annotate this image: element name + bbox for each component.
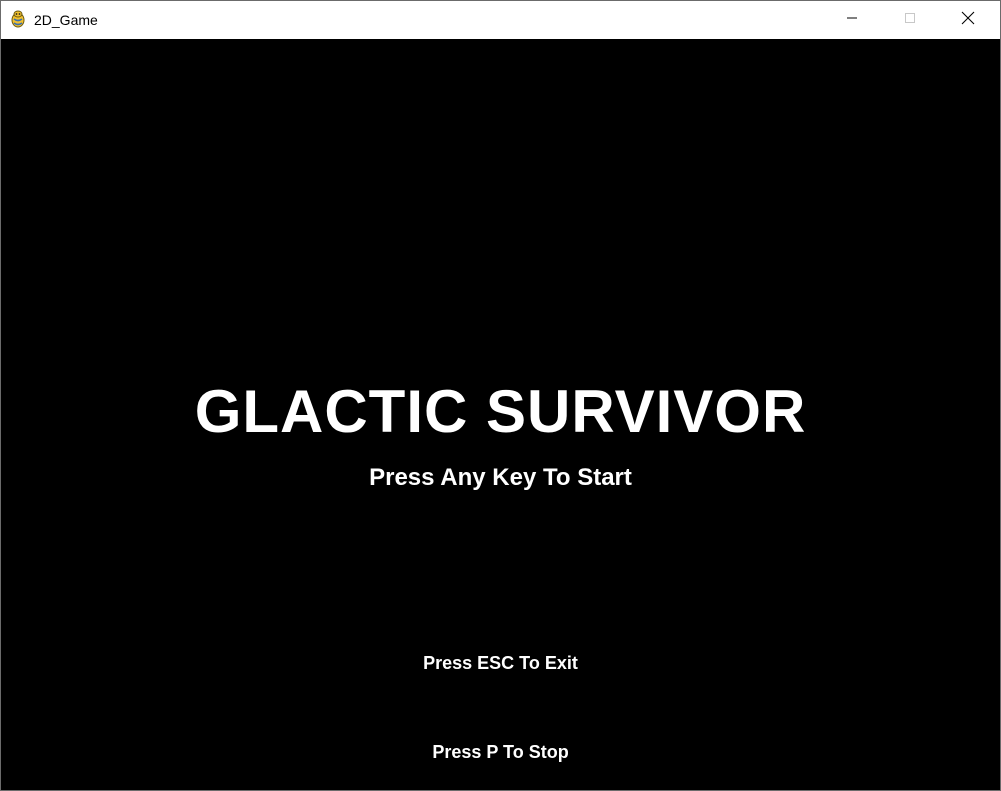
game-window: 2D_Game GLACTIC SURVIVOR Press Any Key T… [0,0,1001,791]
close-icon [961,11,975,30]
minimize-button[interactable] [823,1,881,39]
game-title: GLACTIC SURVIVOR [194,378,807,445]
exit-prompt: Press ESC To Exit [423,653,578,673]
maximize-icon [904,11,916,29]
maximize-button[interactable] [881,1,939,39]
window-title: 2D_Game [34,12,98,28]
start-prompt: Press Any Key To Start [369,464,632,491]
pygame-snake-icon [9,10,27,28]
stop-prompt: Press P To Stop [432,742,569,762]
minimize-icon [846,11,858,29]
close-button[interactable] [939,1,997,39]
game-canvas[interactable]: GLACTIC SURVIVOR Press Any Key To Start … [1,39,1000,790]
title-bar[interactable]: 2D_Game [1,1,1000,39]
